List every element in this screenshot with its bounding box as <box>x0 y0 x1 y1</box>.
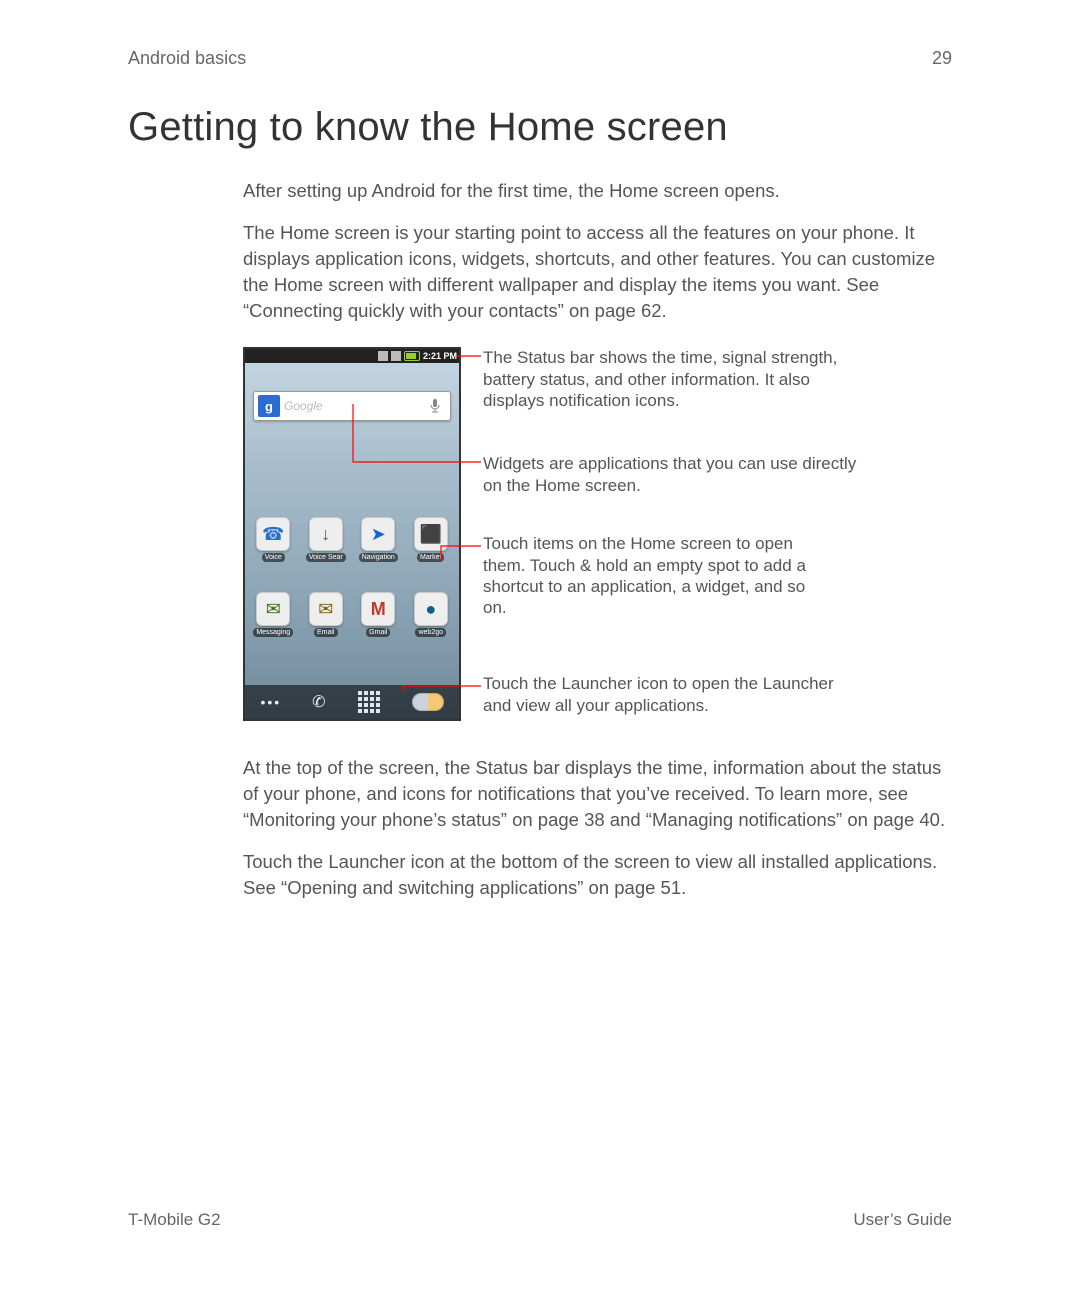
page-header: Android basics 29 <box>128 48 952 69</box>
google-search-widget[interactable]: g Google <box>253 391 451 421</box>
app-label: Email <box>314 628 338 637</box>
paragraph-4: Touch the Launcher icon at the bottom of… <box>243 849 952 901</box>
more-icon[interactable]: ••• <box>260 694 281 710</box>
signal-icon <box>378 351 388 361</box>
app-label: web2go <box>415 628 446 637</box>
dialer-icon[interactable]: ✆ <box>312 692 325 712</box>
app-email[interactable]: ✉ Email <box>302 592 350 637</box>
data-icon <box>391 351 401 361</box>
phone-mockup: 2:21 PM g Google ☎ Voice ↓ Voice Sear <box>243 347 461 721</box>
app-row-1: ☎ Voice ↓ Voice Sear ➤ Navigation ⬛ Mark… <box>245 517 459 562</box>
arrow-icon: ➤ <box>361 517 395 551</box>
microphone-icon[interactable] <box>424 395 446 417</box>
envelope-icon: ✉ <box>309 592 343 626</box>
callout-launcher: Touch the Launcher icon to open the Laun… <box>483 673 863 716</box>
launcher-icon[interactable] <box>357 690 381 714</box>
footer-doc: User’s Guide <box>853 1210 952 1230</box>
google-g-icon: g <box>258 395 280 417</box>
app-label: Navigation <box>359 553 398 562</box>
chat-icon: ✉ <box>256 592 290 626</box>
app-messaging[interactable]: ✉ Messaging <box>249 592 297 637</box>
paragraph-1: After setting up Android for the first t… <box>243 178 952 204</box>
chapter-title: Android basics <box>128 48 246 69</box>
status-bar: 2:21 PM <box>245 349 459 363</box>
search-placeholder: Google <box>284 399 424 413</box>
app-navigation[interactable]: ➤ Navigation <box>354 517 402 562</box>
status-clock: 2:21 PM <box>423 351 457 361</box>
gmail-icon: M <box>361 592 395 626</box>
callout-widgets: Widgets are applications that you can us… <box>483 453 863 496</box>
page-number: 29 <box>932 48 952 69</box>
callout-status-bar: The Status bar shows the time, signal st… <box>483 347 863 411</box>
app-market[interactable]: ⬛ Market <box>407 517 455 562</box>
body-text-top: After setting up Android for the first t… <box>243 178 952 323</box>
mic-icon: ↓ <box>309 517 343 551</box>
app-label: Messaging <box>253 628 293 637</box>
paragraph-2: The Home screen is your starting point t… <box>243 220 952 324</box>
paragraph-3: At the top of the screen, the Status bar… <box>243 755 952 833</box>
app-gmail[interactable]: M Gmail <box>354 592 402 637</box>
battery-icon <box>404 351 420 361</box>
callout-icons: Touch items on the Home screen to open t… <box>483 533 823 618</box>
page-footer: T-Mobile G2 User’s Guide <box>128 1210 952 1230</box>
home-screen-figure: 2:21 PM g Google ☎ Voice ↓ Voice Sear <box>243 347 952 727</box>
quick-launch-bar: ••• ✆ <box>245 685 459 719</box>
page-title: Getting to know the Home screen <box>128 105 952 150</box>
app-label: Voice Sear <box>306 553 346 562</box>
app-label: Gmail <box>366 628 390 637</box>
phone-icon: ☎ <box>256 517 290 551</box>
app-label: Market <box>417 553 444 562</box>
footer-product: T-Mobile G2 <box>128 1210 221 1230</box>
app-voice[interactable]: ☎ Voice <box>249 517 297 562</box>
bag-icon: ⬛ <box>414 517 448 551</box>
globe-icon: ● <box>414 592 448 626</box>
app-web2go[interactable]: ● web2go <box>407 592 455 637</box>
body-text-bottom: At the top of the screen, the Status bar… <box>243 755 952 900</box>
toggle-icon[interactable] <box>412 693 444 711</box>
app-voice-search[interactable]: ↓ Voice Sear <box>302 517 350 562</box>
app-row-2: ✉ Messaging ✉ Email M Gmail ● web2go <box>245 592 459 637</box>
manual-page: Android basics 29 Getting to know the Ho… <box>0 0 1080 1296</box>
app-label: Voice <box>262 553 285 562</box>
